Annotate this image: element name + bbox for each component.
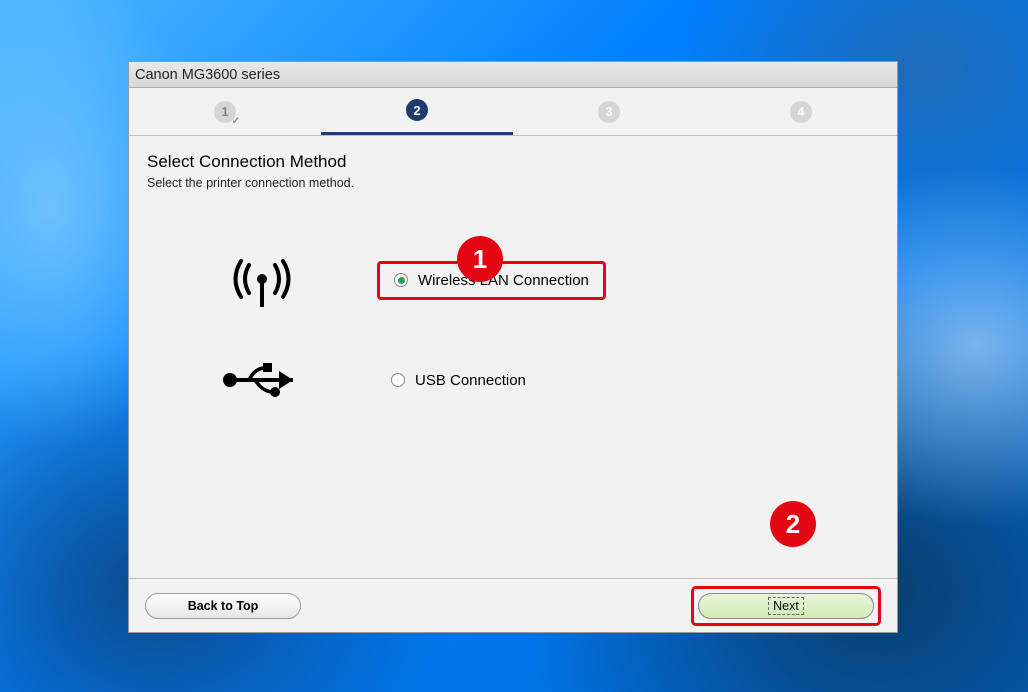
usb-icon (147, 360, 377, 400)
step-indicator: 1 2 3 4 (129, 88, 897, 136)
content-subheading: Select the printer connection method. (147, 176, 879, 190)
window-titlebar: Canon MG3600 series (129, 62, 897, 88)
step-3: 3 (513, 88, 705, 135)
annotation-callout-1: 1 (457, 236, 503, 282)
installer-dialog: Canon MG3600 series 1 2 3 4 Select Conne… (128, 61, 898, 633)
step-2-circle: 2 (406, 99, 428, 121)
option-wireless-label: Wireless LAN Connection (418, 272, 589, 289)
wifi-icon (147, 251, 377, 309)
step-2: 2 (321, 88, 513, 135)
radio-icon-unselected (391, 373, 405, 387)
next-button-highlight: Next (691, 586, 881, 626)
back-to-top-button[interactable]: Back to Top (145, 593, 301, 619)
step-4: 4 (705, 88, 897, 135)
step-4-circle: 4 (790, 101, 812, 123)
annotation-callout-2: 2 (770, 501, 816, 547)
content-heading: Select Connection Method (147, 152, 879, 172)
radio-usb[interactable]: USB Connection (377, 364, 540, 397)
step-1-circle: 1 (214, 101, 236, 123)
window-title: Canon MG3600 series (135, 67, 280, 83)
step-1: 1 (129, 88, 321, 135)
option-wireless: Wireless LAN Connection (147, 250, 879, 310)
next-button[interactable]: Next (698, 593, 874, 619)
option-usb: USB Connection (147, 350, 879, 410)
dialog-footer: Back to Top Next (129, 578, 897, 632)
radio-icon-selected (394, 273, 408, 287)
step-3-circle: 3 (598, 101, 620, 123)
option-usb-label: USB Connection (415, 372, 526, 389)
